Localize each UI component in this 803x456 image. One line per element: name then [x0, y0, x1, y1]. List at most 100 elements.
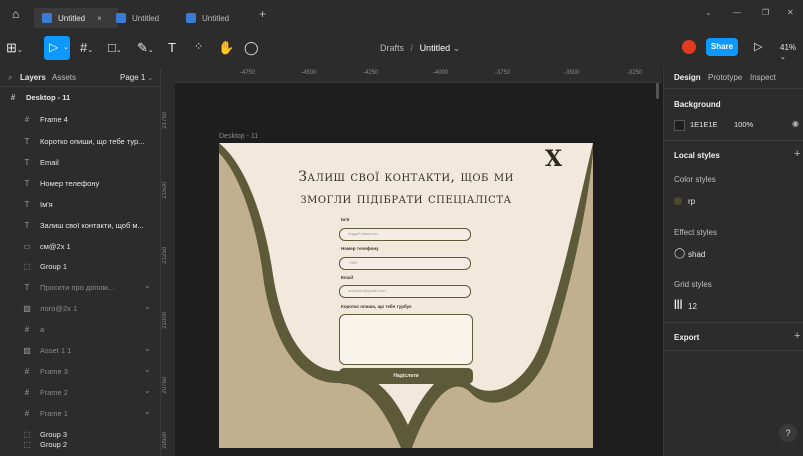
submit-button[interactable]: Надіслати — [339, 368, 473, 384]
effect-style-name[interactable]: shad — [688, 250, 705, 259]
layer-item[interactable]: # Frame 1 — [22, 406, 68, 420]
add-style-icon[interactable]: + — [794, 148, 800, 160]
layer-item[interactable]: # Frame 2 — [22, 385, 68, 399]
page-selector[interactable]: Page 1 ⌄ — [120, 73, 153, 82]
frame-icon: # — [10, 92, 16, 102]
layer-item[interactable]: T Номер телефону — [22, 176, 100, 190]
home-icon[interactable]: ⌂ — [12, 7, 19, 21]
chevron-down-icon[interactable]: ⌄ — [144, 407, 151, 416]
chevron-down-icon[interactable]: ⌄ — [144, 365, 151, 374]
ruler-tick: -3250 — [627, 70, 643, 76]
tab-design[interactable]: Design — [674, 73, 701, 82]
phone-label: Номер телефону — [341, 246, 379, 251]
export-title: Export — [674, 333, 700, 342]
layer-item[interactable]: T Залиш свої контакти, щоб м... — [22, 218, 144, 232]
layer-label: Group 2 — [40, 439, 68, 449]
main-menu-icon[interactable]: ⊞⌄ — [6, 40, 23, 56]
tab-inspect[interactable]: Inspect — [750, 73, 776, 82]
layer-item[interactable]: T Коротко опиши, що тебе тур... — [22, 134, 145, 148]
text-icon: T — [24, 136, 30, 146]
background-color-swatch[interactable] — [674, 120, 685, 131]
move-tool-button[interactable]: ▷ ⌄ — [44, 36, 70, 60]
chevron-down-icon[interactable]: ⌄ — [144, 386, 151, 395]
layer-item[interactable]: # Frame 4 — [22, 112, 68, 126]
figma-file-icon — [116, 13, 126, 23]
layer-item[interactable]: T Ім'я — [22, 197, 53, 211]
chevron-down-icon[interactable]: ⌄ — [144, 344, 151, 353]
layer-item[interactable]: T Просити про допом... — [22, 280, 115, 294]
tab-untitled-2[interactable]: Untitled — [116, 8, 178, 28]
properties-panel: Design Prototype Inspect Background 1E1E… — [663, 68, 803, 456]
chevron-down-icon[interactable]: ⌄ — [453, 43, 461, 53]
breadcrumb-project[interactable]: Drafts — [380, 43, 404, 53]
add-tab-button[interactable]: + — [259, 7, 266, 21]
ruler-tick: -3500 — [564, 70, 580, 76]
tab-untitled-1[interactable]: Untitled × — [34, 8, 118, 28]
tab-layers[interactable]: Layers — [20, 73, 46, 82]
grid-styles-title: Grid styles — [674, 280, 712, 289]
close-icon[interactable]: X — [545, 146, 562, 172]
avatar[interactable] — [682, 40, 696, 54]
components-icon[interactable]: ⁘ — [194, 40, 203, 53]
divider — [664, 140, 803, 141]
zoom-level[interactable]: 41% ⌄ — [780, 43, 803, 61]
email-input[interactable]: andrivan@gmail.com — [339, 285, 471, 298]
frame-label[interactable]: Desktop - 11 — [219, 133, 258, 140]
file-name[interactable]: Untitled — [420, 43, 451, 53]
group-icon: ⬚ — [23, 439, 31, 449]
divider — [664, 88, 803, 89]
background-opacity[interactable]: 100% — [734, 120, 753, 129]
background-section-title: Background — [674, 100, 721, 109]
minimize-icon[interactable]: — — [733, 8, 741, 17]
layer-label: Frame 1 — [40, 408, 68, 418]
layer-item[interactable]: ⬚ Group 1 — [22, 259, 67, 273]
add-export-icon[interactable]: + — [794, 330, 800, 342]
present-icon[interactable]: ▷ — [754, 40, 762, 53]
background-hex[interactable]: 1E1E1E — [690, 120, 718, 129]
layer-label: Frame 4 — [40, 114, 68, 124]
auto-layout-icon: # — [24, 114, 30, 124]
close-window-icon[interactable]: ✕ — [787, 8, 794, 17]
chevron-down-icon[interactable]: ⌄ — [144, 302, 151, 311]
tab-prototype[interactable]: Prototype — [708, 73, 742, 82]
layer-item[interactable]: ▨ лого@2x 1 — [22, 301, 77, 315]
hand-tool-icon[interactable]: ✋ — [218, 40, 234, 56]
layer-item[interactable]: ⬚ Group 2 — [22, 437, 67, 451]
layer-item[interactable]: # а — [22, 322, 44, 336]
layer-label: а — [40, 324, 45, 334]
layer-item[interactable]: # Frame 3 — [22, 364, 68, 378]
tab-untitled-3[interactable]: Untitled — [186, 8, 248, 28]
tab-close-icon[interactable]: × — [97, 14, 102, 23]
grid-style-name[interactable]: 12 — [688, 302, 697, 311]
text-icon: T — [24, 157, 30, 167]
shape-tool-icon[interactable]: □⌄ — [108, 40, 122, 55]
layer-label: Номер телефону — [40, 178, 100, 188]
ruler-tick: 21000 — [162, 312, 168, 329]
layer-root-desktop[interactable]: # Desktop - 11 — [8, 90, 70, 104]
color-style-name[interactable]: rp — [688, 197, 695, 206]
layer-item[interactable]: ▨ Asset 1 1 — [22, 343, 71, 357]
help-button[interactable]: ? — [779, 424, 797, 442]
message-textarea[interactable] — [339, 314, 473, 365]
eye-icon[interactable]: ◉ — [792, 119, 799, 128]
form-title-line1: Залиш свої контакти, щоб ми — [298, 169, 514, 185]
layer-item[interactable]: T Email — [22, 155, 59, 169]
phone-input[interactable]: +380 — [339, 257, 471, 270]
desktop-frame[interactable]: Залиш свої контакти, щоб ми змогли підіб… — [219, 143, 593, 448]
text-icon: T — [24, 220, 30, 230]
dropdown-icon[interactable]: ⌄ — [705, 8, 712, 17]
maximize-icon[interactable]: ❐ — [762, 8, 769, 17]
search-icon[interactable]: ⌕ — [8, 73, 12, 83]
share-button[interactable]: Share — [706, 38, 738, 56]
layer-label: Frame 2 — [40, 387, 68, 397]
layer-item[interactable]: ▭ см@2x 1 — [22, 239, 70, 253]
name-input[interactable]: Андрій Іваненко — [339, 228, 471, 241]
ruler-tick: 21250 — [162, 247, 168, 264]
comment-tool-icon[interactable]: ◯ — [244, 40, 259, 56]
text-tool-icon[interactable]: T — [168, 40, 176, 55]
chevron-down-icon[interactable]: ⌄ — [144, 281, 151, 290]
pen-tool-icon[interactable]: ✎⌄ — [137, 40, 154, 56]
tab-assets[interactable]: Assets — [52, 73, 76, 82]
scrollbar[interactable] — [656, 83, 659, 99]
frame-tool-icon[interactable]: #⌄ — [80, 40, 93, 55]
